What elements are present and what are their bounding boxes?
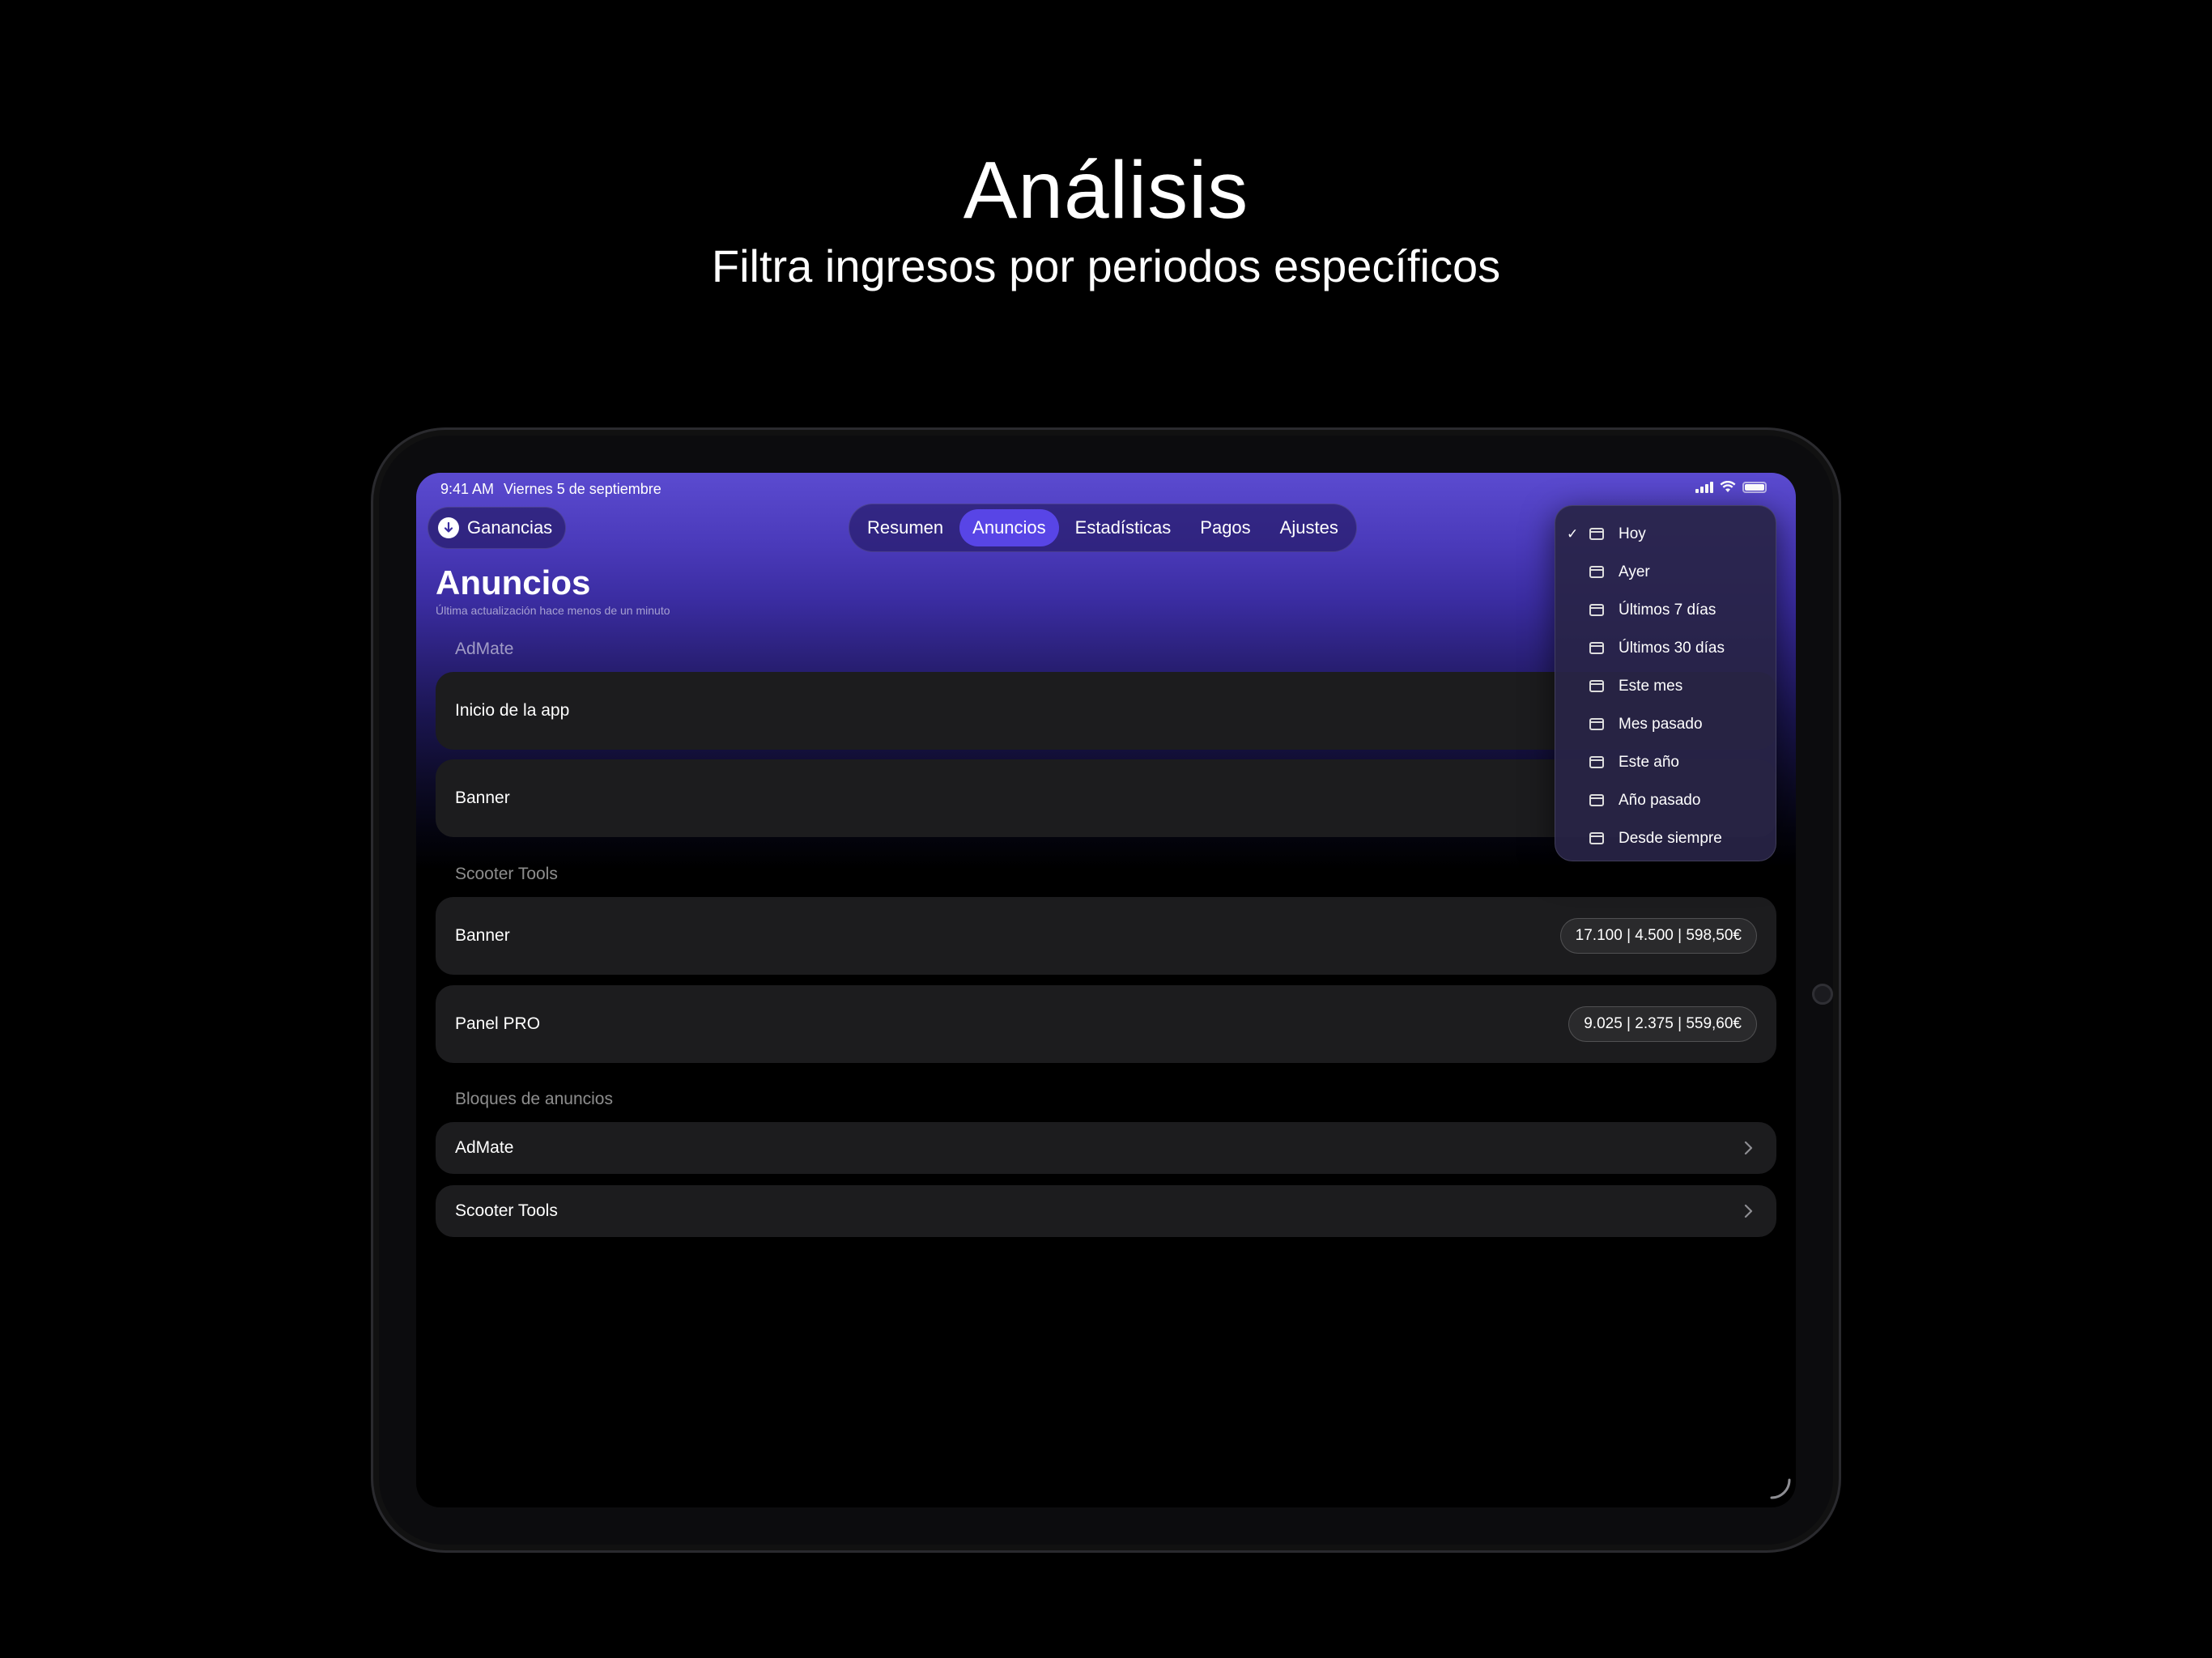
calendar-icon [1589, 832, 1604, 844]
list-item-label: Panel PRO [455, 1014, 541, 1033]
status-icons [1695, 481, 1767, 493]
list-item-label: Banner [455, 926, 510, 945]
list-item-label: Scooter Tools [455, 1201, 558, 1220]
menu-item-label: Año pasado [1619, 791, 1701, 809]
arrow-down-circle-icon [438, 517, 459, 538]
chevron-right-icon [1739, 1139, 1757, 1157]
menu-item-label: Últimos 7 días [1619, 601, 1716, 619]
list-item-label: AdMate [455, 1138, 514, 1157]
battery-icon [1742, 481, 1767, 493]
menu-item-this-month[interactable]: Este mes [1555, 667, 1777, 705]
tab-pagos[interactable]: Pagos [1187, 509, 1263, 546]
page-subtitle: Última actualización hace menos de un mi… [436, 604, 670, 617]
status-date: Viernes 5 de septiembre [504, 481, 661, 497]
calendar-icon [1589, 794, 1604, 806]
list-item[interactable]: Scooter Tools [436, 1185, 1776, 1237]
calendar-icon [1589, 604, 1604, 616]
menu-item-ayer[interactable]: Ayer [1555, 553, 1777, 591]
period-menu: ✓ Hoy Ayer Últimos 7 días Últimos 30 día… [1555, 505, 1776, 861]
menu-item-label: Ayer [1619, 563, 1650, 580]
list-item[interactable]: AdMate [436, 1122, 1776, 1174]
list-item-label: Inicio de la app [455, 701, 570, 720]
calendar-icon [1589, 642, 1604, 654]
stats-badge: 9.025 | 2.375 | 559,60€ [1568, 1006, 1757, 1042]
menu-item-all-time[interactable]: Desde siempre [1555, 819, 1777, 857]
list-item-label: Banner [455, 789, 510, 807]
menu-item-label: Hoy [1619, 525, 1646, 542]
section-label-ad-blocks: Bloques de anuncios [455, 1090, 613, 1108]
cellular-signal-icon [1695, 481, 1713, 493]
menu-item-label: Este mes [1619, 677, 1683, 695]
calendar-icon [1589, 680, 1604, 692]
section-label-scooter-tools: Scooter Tools [455, 865, 558, 883]
app-screen: 9:41 AM Viernes 5 de septiembre Ganancia… [416, 473, 1796, 1507]
menu-item-last-month[interactable]: Mes pasado [1555, 705, 1777, 743]
back-button-label: Ganancias [467, 517, 553, 538]
tab-resumen[interactable]: Resumen [854, 509, 956, 546]
tab-estadisticas[interactable]: Estadísticas [1062, 509, 1185, 546]
list-item[interactable]: Banner 17.100 | 4.500 | 598,50€ [436, 897, 1776, 975]
calendar-icon [1589, 718, 1604, 730]
tab-ajustes[interactable]: Ajustes [1267, 509, 1351, 546]
menu-item-label: Desde siempre [1619, 829, 1722, 847]
tab-anuncios[interactable]: Anuncios [959, 509, 1059, 546]
chevron-right-icon [1739, 1202, 1757, 1220]
hero-subtitle: Filtra ingresos por periodos específicos [711, 240, 1501, 291]
menu-item-label: Últimos 30 días [1619, 639, 1725, 657]
camera-icon [1812, 984, 1833, 1005]
menu-item-last-30-days[interactable]: Últimos 30 días [1555, 629, 1777, 667]
wifi-icon [1720, 481, 1736, 492]
calendar-icon [1589, 756, 1604, 768]
menu-item-last-7-days[interactable]: Últimos 7 días [1555, 591, 1777, 629]
page-title: Anuncios [436, 563, 591, 602]
tab-bar: Resumen Anuncios Estadísticas Pagos Ajus… [849, 504, 1357, 552]
menu-item-label: Este año [1619, 753, 1679, 771]
calendar-icon [1589, 566, 1604, 578]
section-label-admate: AdMate [455, 640, 514, 658]
hero-title: Análisis [963, 145, 1249, 236]
resize-corner-icon [1770, 1478, 1791, 1499]
checkmark-icon: ✓ [1567, 525, 1579, 542]
menu-item-this-year[interactable]: Este año [1555, 743, 1777, 781]
calendar-icon [1589, 528, 1604, 540]
menu-item-hoy[interactable]: ✓ Hoy [1555, 515, 1777, 553]
stats-badge: 17.100 | 4.500 | 598,50€ [1559, 918, 1757, 954]
back-button[interactable]: Ganancias [428, 507, 567, 549]
status-time: 9:41 AM [440, 481, 495, 497]
menu-item-label: Mes pasado [1619, 715, 1703, 733]
menu-item-last-year[interactable]: Año pasado [1555, 781, 1777, 819]
list-item[interactable]: Panel PRO 9.025 | 2.375 | 559,60€ [436, 985, 1776, 1063]
